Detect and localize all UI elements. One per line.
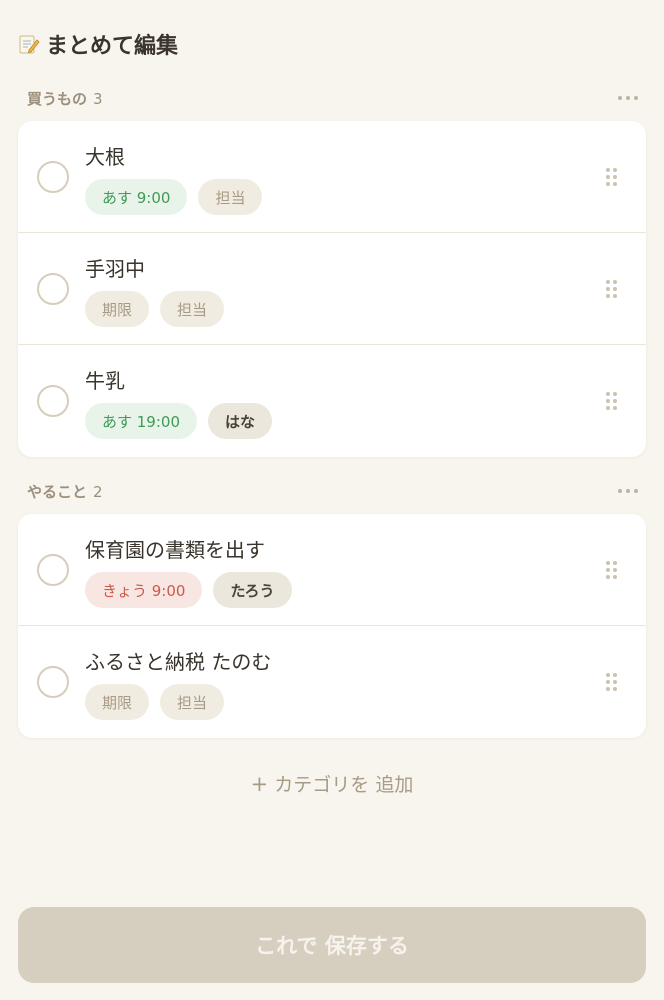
task-list-card: 大根 あす 9:00 担当 手羽中 期限 担当 牛乳 あす 19:00 はな [18,121,646,457]
section-heading: やること 2 [27,481,103,502]
task-chips: きょう 9:00 たろう [85,572,292,608]
task-checkbox[interactable] [37,161,69,193]
task-chips: 期限 担当 [85,291,225,327]
task-chips: 期限 担当 [85,684,225,720]
section-name: やること [27,482,88,501]
task-checkbox[interactable] [37,273,69,305]
assignee-chip[interactable]: はな [208,403,273,439]
drag-handle-icon[interactable] [606,168,618,186]
assignee-chip[interactable]: 担当 [160,684,225,720]
assignee-chip[interactable]: 担当 [198,179,263,215]
assignee-chip[interactable]: たろう [213,572,292,608]
section-name: 買うもの [27,89,88,108]
category-section-todo: やること 2 保育園の書類を出す きょう 9:00 たろう ふるさと納税 たのむ … [18,477,646,738]
drag-handle-icon[interactable] [606,561,618,579]
due-chip[interactable]: 期限 [85,291,150,327]
section-heading: 買うもの 3 [27,88,103,109]
drag-handle-icon[interactable] [606,280,618,298]
drag-handle-icon[interactable] [606,673,618,691]
task-title[interactable]: ふるさと納税 たのむ [85,646,271,675]
section-header: やること 2 [18,477,646,505]
task-title[interactable]: 手羽中 [85,253,145,282]
task-checkbox[interactable] [37,385,69,417]
due-chip[interactable]: あす 9:00 [85,179,188,215]
page-header: まとめて編集 [18,28,178,60]
drag-handle-icon[interactable] [606,392,618,410]
section-count: 2 [93,482,103,501]
due-chip[interactable]: あす 19:00 [85,403,197,439]
memo-icon [18,33,40,55]
due-chip[interactable]: きょう 9:00 [85,572,203,608]
add-category-label: カテゴリを 追加 [274,774,414,796]
task-title[interactable]: 牛乳 [85,365,125,394]
task-row: 手羽中 期限 担当 [18,233,646,345]
assignee-chip[interactable]: 担当 [160,291,225,327]
task-list-card: 保育園の書類を出す きょう 9:00 たろう ふるさと納税 たのむ 期限 担当 [18,514,646,738]
task-chips: あす 9:00 担当 [85,179,263,215]
task-row: 牛乳 あす 19:00 はな [18,345,646,457]
page-title: まとめて編集 [46,34,179,59]
task-title[interactable]: 保育園の書類を出す [85,534,265,563]
task-checkbox[interactable] [37,554,69,586]
task-checkbox[interactable] [37,666,69,698]
task-row: 保育園の書類を出す きょう 9:00 たろう [18,514,646,626]
task-row: 大根 あす 9:00 担当 [18,121,646,233]
category-section-shopping: 買うもの 3 大根 あす 9:00 担当 手羽中 期限 担当 牛乳 あす 19:… [18,84,646,457]
task-title[interactable]: 大根 [85,141,125,170]
due-chip[interactable]: 期限 [85,684,150,720]
section-count: 3 [93,89,103,108]
task-row: ふるさと納税 たのむ 期限 担当 [18,626,646,738]
task-chips: あす 19:00 はな [85,403,273,439]
section-header: 買うもの 3 [18,84,646,112]
more-options-icon[interactable] [616,93,640,103]
add-category-button[interactable]: + カテゴリを 追加 [0,770,664,797]
more-options-icon[interactable] [616,486,640,496]
save-button[interactable]: これで 保存する [18,907,646,983]
plus-icon: + [250,772,269,796]
